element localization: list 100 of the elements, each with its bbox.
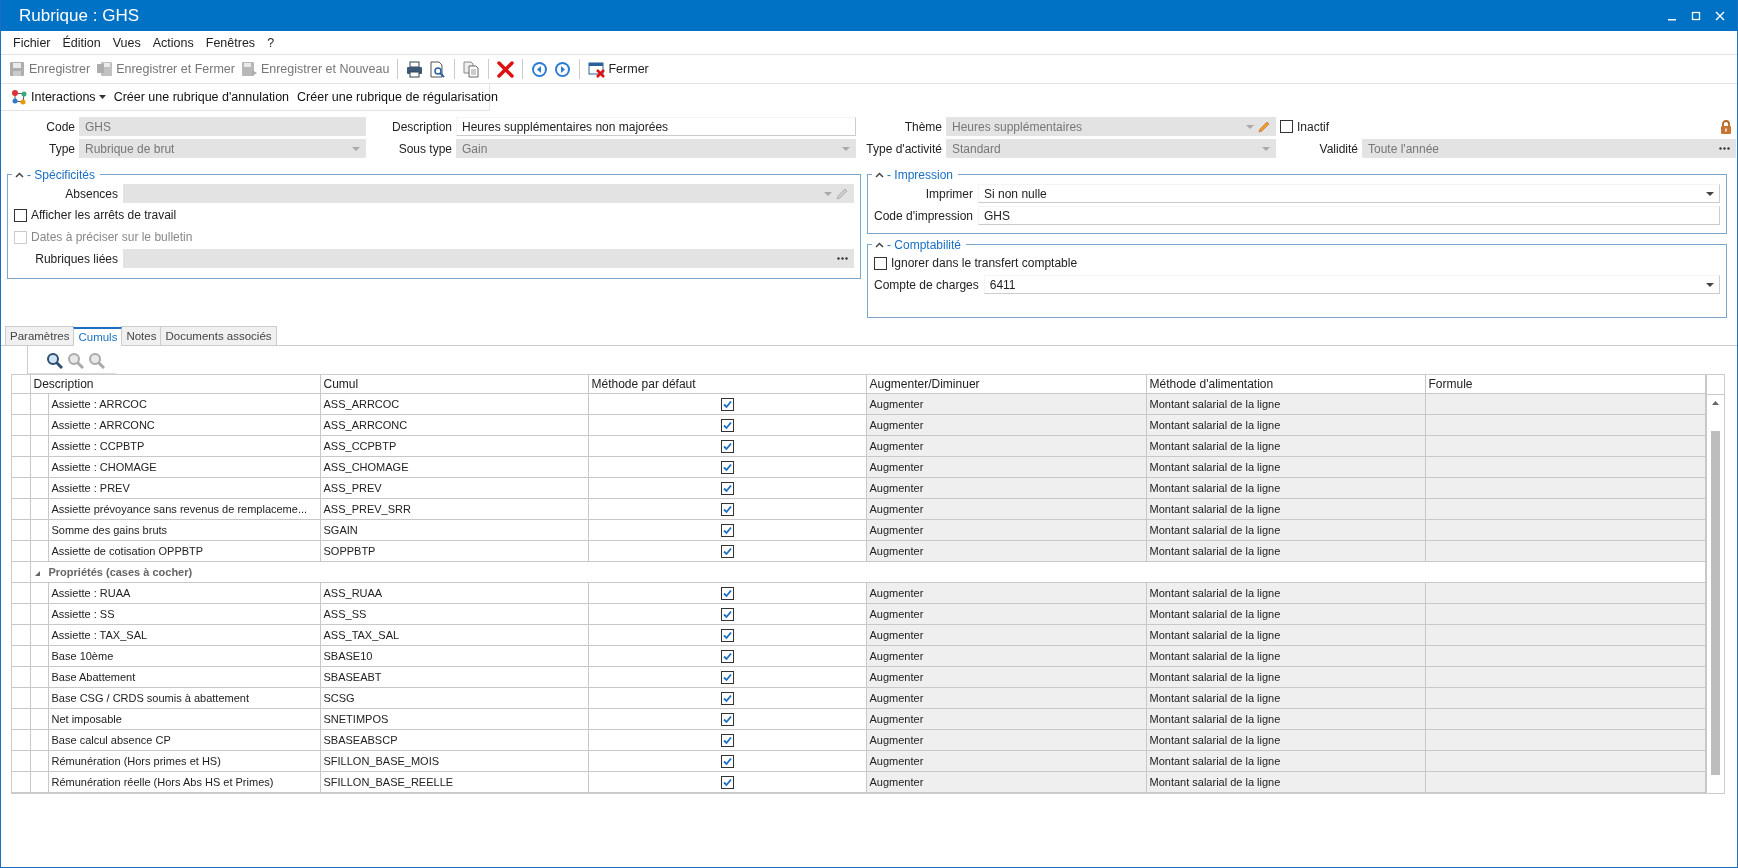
checkbox[interactable] [720, 649, 734, 663]
table-cell: Rémunération (Hors primes et HS) [48, 750, 320, 772]
expanded-triangle-icon[interactable] [33, 569, 41, 577]
table-cell: Augmenter [866, 666, 1146, 688]
table-cell: Augmenter [866, 498, 1146, 520]
dropdown-arrow-icon [1262, 146, 1270, 151]
checkbox[interactable] [720, 418, 734, 432]
table-cell: Augmenter [866, 540, 1146, 562]
menu-item[interactable]: Actions [146, 33, 200, 52]
checkbox[interactable] [720, 628, 734, 642]
checkbox[interactable] [720, 775, 734, 789]
tab[interactable]: Cumuls [73, 327, 123, 346]
checkbox[interactable] [1280, 120, 1293, 133]
checkbox[interactable] [720, 439, 734, 453]
menu-item[interactable]: Vues [106, 33, 147, 52]
checkbox[interactable] [720, 754, 734, 768]
column-header[interactable]: Cumul [320, 375, 588, 394]
checkbox[interactable] [720, 586, 734, 600]
table-cell: Augmenter [866, 414, 1146, 436]
group-row[interactable]: Propriétés (cases à cocher) [30, 561, 1705, 583]
menu-item[interactable]: Fenêtres [199, 33, 262, 52]
column-header[interactable]: Méthode par défaut [588, 375, 866, 394]
checkbox[interactable] [720, 460, 734, 474]
table-cell: Assiette : SS [48, 603, 320, 625]
table-cell: Montant salarial de la ligne [1146, 771, 1425, 793]
maximize-icon[interactable] [1691, 10, 1701, 21]
menu-item[interactable]: Fichier [7, 33, 57, 52]
table-cell: Base 10ème [48, 645, 320, 667]
magnifier-icon [88, 352, 105, 369]
table-cell: Montant salarial de la ligne [1146, 498, 1425, 520]
chevron-up-icon[interactable] [875, 172, 884, 178]
menu-item[interactable]: Édition [56, 33, 107, 52]
dropdown-arrow-icon [824, 191, 832, 196]
checkbox[interactable] [720, 502, 734, 516]
close-icon[interactable] [1715, 10, 1725, 21]
action-button[interactable]: Créer une rubrique de régularisation [295, 90, 500, 104]
nodes-icon [11, 88, 28, 106]
field-label: Code [45, 119, 75, 134]
checkbox[interactable] [720, 691, 734, 705]
table-cell: SNETIMPOS [320, 708, 588, 730]
table-cell: Augmenter [866, 435, 1146, 457]
field-label: Description [390, 119, 452, 134]
field-label: Code d'impression [874, 208, 973, 223]
zoom-button[interactable] [46, 352, 63, 369]
chevron-up-icon[interactable] [15, 172, 24, 178]
floppy-disk-icon [96, 60, 114, 78]
table-cell: SBASEABSCP [320, 729, 588, 751]
padlock-icon [1720, 119, 1732, 134]
field-label: Sous type [397, 141, 452, 156]
tab[interactable]: Notes [121, 326, 162, 345]
column-header[interactable]: Description [30, 375, 320, 394]
column-header[interactable]: Méthode d'alimentation [1146, 375, 1425, 394]
field-label: Compte de charges [874, 277, 979, 292]
dropdown-field[interactable]: 6411 [983, 275, 1720, 294]
action-button[interactable]: Créer une rubrique d'annulation [111, 90, 292, 104]
table-cell: Montant salarial de la ligne [1146, 477, 1425, 499]
column-header[interactable]: Formule [1425, 375, 1705, 394]
group-title: - Comptabilité [887, 238, 962, 252]
table-cell: Montant salarial de la ligne [1146, 519, 1425, 541]
table-cell: Montant salarial de la ligne [1146, 456, 1425, 478]
field-label: Imprimer [924, 186, 973, 201]
tab[interactable]: Paramètres [5, 326, 75, 345]
checkbox[interactable] [720, 481, 734, 495]
dropdown-arrow-icon [352, 146, 360, 151]
toolbar-button[interactable]: Fermer [586, 58, 651, 80]
interactions-menu[interactable]: Interactions [9, 88, 108, 106]
checkbox[interactable] [720, 733, 734, 747]
table-cell: Montant salarial de la ligne [1146, 687, 1425, 709]
table-cell: ASS_TAX_SAL [320, 624, 588, 646]
table-cell: SCSG [320, 687, 588, 709]
checkbox-label: Dates à préciser sur le bulletin [31, 230, 193, 244]
checkbox[interactable] [720, 712, 734, 726]
table-cell: Montant salarial de la ligne [1146, 666, 1425, 688]
checkbox[interactable] [720, 523, 734, 537]
scrollbar-thumb[interactable] [1710, 431, 1720, 775]
table-cell: Augmenter [866, 687, 1146, 709]
group-label: Propriétés (cases à cocher) [48, 566, 193, 578]
input-field[interactable]: Heures supplémentaires non majorées [456, 117, 856, 136]
window-title: Rubrique : GHS [19, 5, 139, 26]
checkbox-label: Ignorer dans le transfert comptable [891, 256, 1078, 270]
checkbox[interactable] [14, 208, 27, 222]
checkbox[interactable] [720, 544, 734, 558]
input-field[interactable]: GHS [978, 206, 1720, 225]
field-label: Rubriques liées [34, 251, 118, 266]
table-cell: Montant salarial de la ligne [1146, 393, 1425, 415]
chevron-up-icon[interactable] [875, 242, 884, 248]
column-header[interactable]: Augmenter/Diminuer [866, 375, 1146, 394]
tab[interactable]: Documents associés [160, 326, 277, 345]
checkbox[interactable] [720, 670, 734, 684]
table-cell: Montant salarial de la ligne [1146, 708, 1425, 730]
toolbar-button[interactable] [495, 58, 517, 80]
checkbox[interactable] [720, 397, 734, 411]
table-cell: Assiette : RUAA [48, 582, 320, 604]
checkbox[interactable] [874, 256, 887, 270]
table-cell: SOPPBTP [320, 540, 588, 562]
dropdown-field[interactable]: Si non nulle [978, 184, 1720, 203]
scroll-up-icon[interactable] [1711, 401, 1719, 405]
menu-item[interactable]: ? [261, 33, 281, 52]
checkbox[interactable] [720, 607, 734, 621]
magnifier-icon [67, 352, 84, 369]
